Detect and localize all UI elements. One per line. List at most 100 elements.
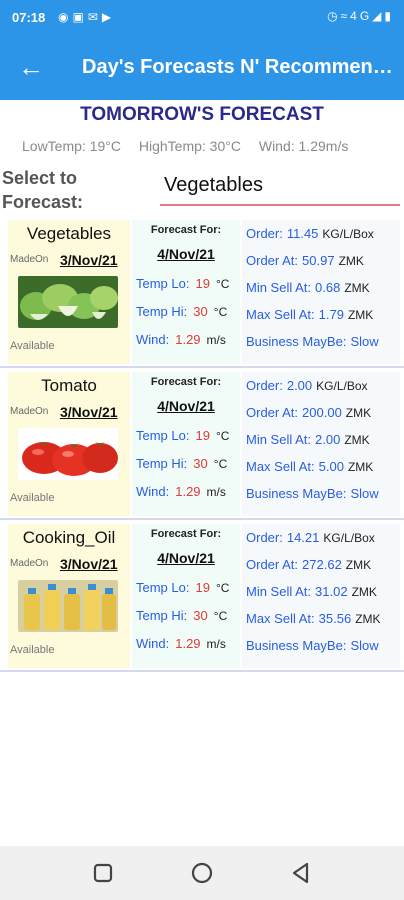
messenger-icon: ◉ — [58, 10, 73, 24]
made-on-date: 3/Nov/21 — [60, 556, 118, 572]
made-on-date: 3/Nov/21 — [60, 252, 118, 268]
order-at-value: 50.97 — [302, 253, 335, 268]
high-temp-text: HighTemp: 30°C — [138, 138, 241, 154]
order-label: Order: — [246, 530, 283, 545]
product-dropdown[interactable]: Vegetables — [160, 174, 400, 206]
order-at-label: Order At: — [246, 405, 299, 420]
currency-unit: ZMK — [347, 308, 374, 322]
temp-unit: °C — [213, 609, 228, 623]
max-sell-label: Max Sell At: — [246, 459, 315, 474]
wind-value: 1.29 — [175, 636, 201, 651]
min-sell-label: Min Sell At: — [246, 280, 312, 295]
min-sell-row: Min Sell At: 31.02 ZMK — [246, 584, 377, 599]
wind-label: Wind: — [136, 484, 170, 499]
temp-unit: °C — [213, 457, 228, 471]
order-unit: KG/L/Box — [322, 227, 374, 241]
order-row: Order: 11.45 KG/L/Box — [246, 226, 374, 241]
temp-hi-label: Temp Hi: — [136, 304, 188, 319]
business-value: Slow — [350, 334, 379, 349]
min-sell-value: 2.00 — [315, 432, 341, 447]
system-icons: ◷≈4G◢▮ — [327, 9, 394, 23]
list-item[interactable]: Cooking_Oil MadeOn 3/Nov/21 Available Fo… — [0, 520, 404, 672]
list-item[interactable]: Tomato MadeOn 3/Nov/21 Available Forecas… — [0, 368, 404, 520]
order-unit: KG/L/Box — [316, 379, 368, 393]
min-sell-value: 0.68 — [315, 280, 341, 295]
currency-unit: ZMK — [355, 612, 381, 626]
weather-column: Forecast For: 4/Nov/21 Temp Lo: 19 °C Temp… — [132, 372, 240, 516]
order-at-row: Order At: 272.62 ZMK — [246, 557, 371, 572]
max-sell-value: 1.79 — [318, 307, 344, 322]
temp-unit: °C — [215, 581, 230, 595]
wind-row: Wind: 1.29 m/s — [136, 484, 226, 499]
forecast-for-label: Forecast For: — [150, 528, 222, 540]
max-sell-value: 5.00 — [318, 459, 344, 474]
status-bar: 07:18 ◉▣✉▶ ◷≈4G◢▮ — [0, 0, 404, 36]
temp-lo-value: 19 — [195, 276, 210, 291]
currency-unit: ZMK — [345, 558, 372, 572]
temp-hi-value: 30 — [193, 608, 208, 623]
temp-unit: °C — [213, 305, 228, 319]
max-sell-row: Max Sell At: 35.56 ZMK — [246, 611, 381, 626]
currency-unit: ZMK — [344, 281, 370, 295]
wind-unit: m/s — [206, 333, 226, 347]
temp-lo-label: Temp Lo: — [136, 580, 190, 595]
business-row: Business MayBe: Slow — [246, 334, 379, 349]
forecast-for-label: Forecast For: — [150, 376, 222, 388]
square-recents-icon[interactable] — [90, 860, 116, 886]
list-item[interactable]: Vegetables MadeOn 3/Nov/21 Available For… — [0, 216, 404, 368]
product-column: Vegetables MadeOn 3/Nov/21 Available — [8, 220, 130, 364]
currency-unit: ZMK — [351, 585, 377, 599]
order-unit: KG/L/Box — [323, 531, 375, 545]
min-sell-label: Min Sell At: — [246, 584, 312, 599]
availability-status: Available — [10, 340, 55, 352]
order-column: Order: 11.45 KG/L/Box Order At: 50.97 ZMK Mi… — [242, 220, 400, 364]
max-sell-row: Max Sell At: 1.79 ZMK — [246, 307, 373, 322]
arrow-left-icon[interactable]: ← — [18, 52, 44, 82]
youtube-icon: ▶ — [101, 10, 116, 24]
triangle-back-icon[interactable] — [288, 860, 314, 886]
temp-hi-value: 30 — [193, 456, 208, 471]
temp-lo-row: Temp Lo: 19 °C — [136, 428, 229, 443]
order-row: Order: 14.21 KG/L/Box — [246, 530, 375, 545]
temp-lo-row: Temp Lo: 19 °C — [136, 580, 229, 595]
tomatoes-photo — [18, 428, 118, 480]
order-value: 14.21 — [286, 530, 320, 545]
order-column: Order: 14.21 KG/L/Box Order At: 272.62 ZMK M… — [242, 524, 400, 668]
forecast-title: TOMORROW'S FORECAST — [80, 104, 324, 125]
business-label: Business MayBe: — [246, 334, 347, 349]
page-title: Day's Forecasts N' Recommendations — [82, 56, 394, 78]
made-on-date: 3/Nov/21 — [60, 404, 118, 420]
order-value: 11.45 — [286, 226, 319, 241]
wind-text: Wind: 1.29m/s — [258, 138, 349, 154]
forecast-for-label: Forecast For: — [150, 224, 222, 236]
temp-hi-label: Temp Hi: — [136, 456, 188, 471]
product-name: Tomato — [41, 376, 97, 395]
status-time: 07:18 — [12, 10, 46, 25]
min-sell-row: Min Sell At: 2.00 ZMK — [246, 432, 370, 447]
wind-unit: m/s — [206, 637, 226, 651]
currency-unit: ZMK — [347, 460, 374, 474]
max-sell-value: 35.56 — [318, 611, 352, 626]
order-at-row: Order At: 50.97 ZMK — [246, 253, 364, 268]
order-column: Order: 2.00 KG/L/Box Order At: 200.00 ZMK Mi… — [242, 372, 400, 516]
wind-label: Wind: — [136, 636, 170, 651]
forecast-summary: LowTemp: 19°C HighTemp: 30°C Wind: 1.29m… — [22, 138, 402, 154]
made-on-label: MadeOn — [10, 558, 49, 569]
temp-hi-row: Temp Hi: 30 °C — [136, 608, 227, 623]
order-at-row: Order At: 200.00 ZMK — [246, 405, 371, 420]
circle-home-icon[interactable] — [189, 860, 215, 886]
max-sell-label: Max Sell At: — [246, 307, 315, 322]
business-row: Business MayBe: Slow — [246, 486, 379, 501]
wind-value: 1.29 — [175, 484, 201, 499]
max-sell-label: Max Sell At: — [246, 611, 315, 626]
made-on-label: MadeOn — [10, 254, 49, 265]
product-column: Cooking_Oil MadeOn 3/Nov/21 Available — [8, 524, 130, 668]
order-row: Order: 2.00 KG/L/Box — [246, 378, 368, 393]
order-at-value: 272.62 — [302, 557, 342, 572]
wind-label: Wind: — [136, 332, 170, 347]
temp-hi-row: Temp Hi: 30 °C — [136, 456, 227, 471]
product-name: Cooking_Oil — [22, 528, 116, 547]
select-label: Select to Forecast: — [2, 168, 84, 212]
battery-icon: ▮ — [384, 9, 394, 23]
min-sell-label: Min Sell At: — [246, 432, 312, 447]
